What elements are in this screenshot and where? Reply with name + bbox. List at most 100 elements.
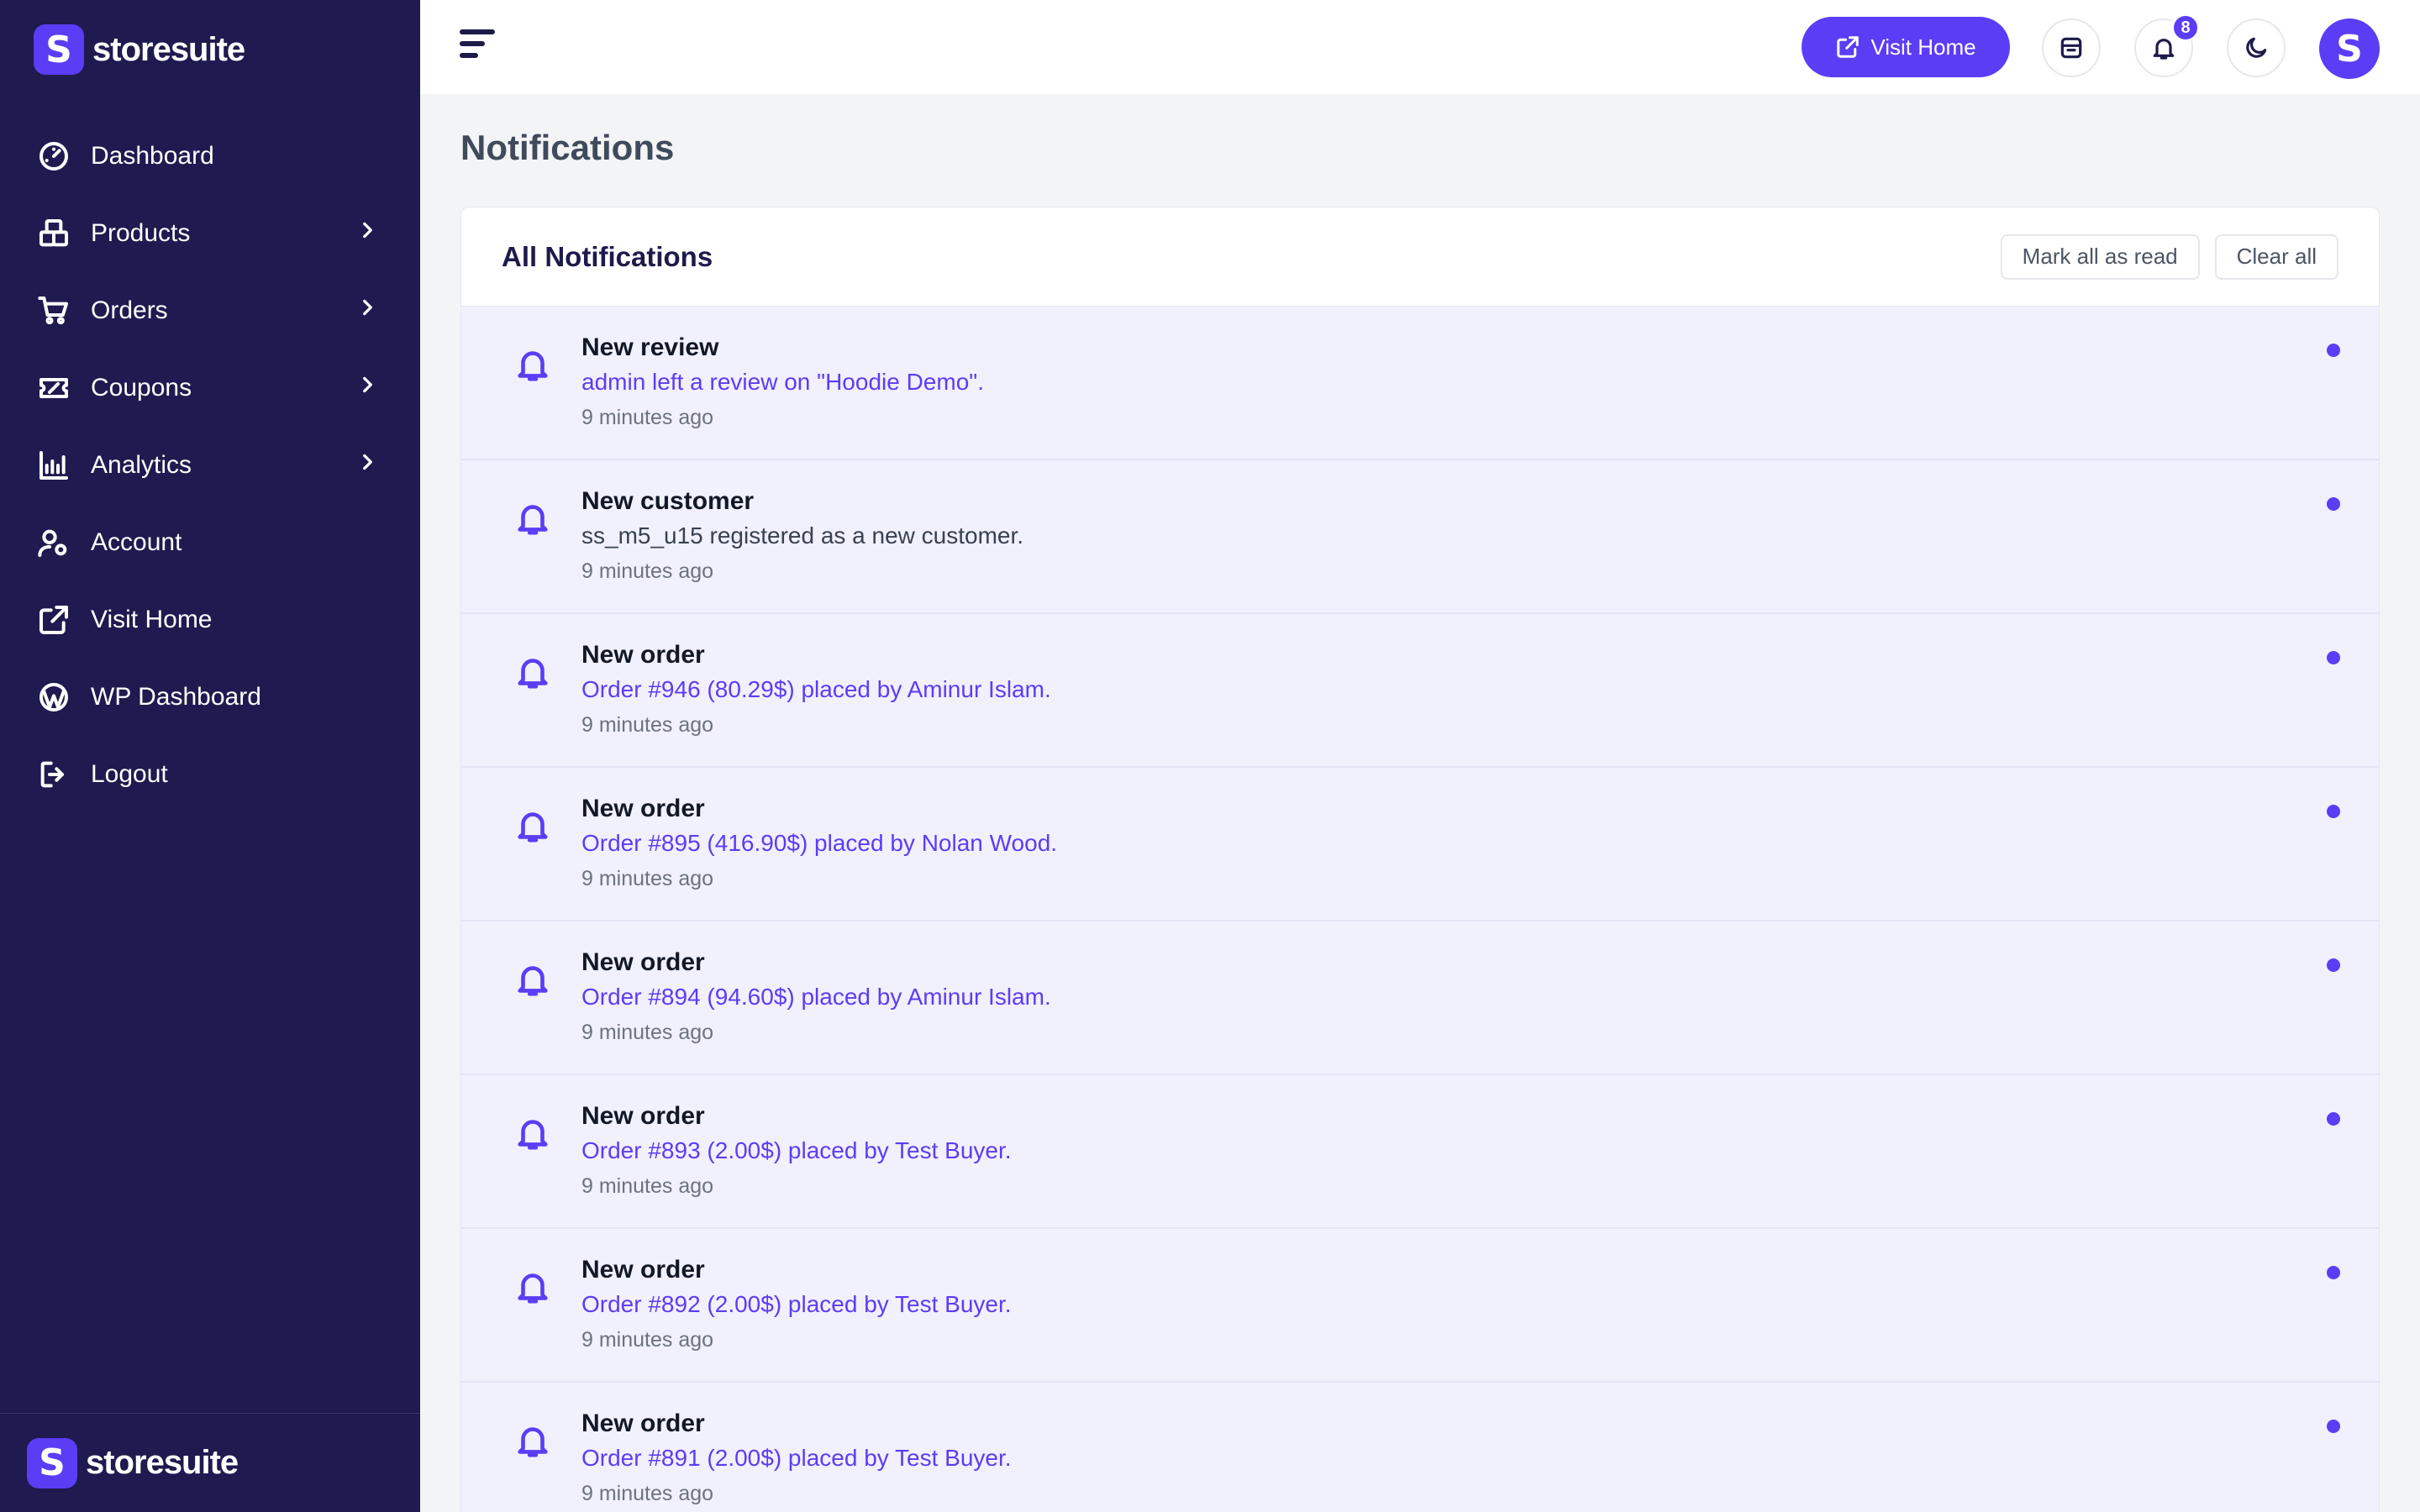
sidebar-item-label: Orders bbox=[91, 297, 168, 324]
sidebar-item-label: Analytics bbox=[91, 451, 192, 479]
menu-toggle-icon[interactable] bbox=[457, 24, 497, 64]
notification-title: New order bbox=[581, 795, 705, 822]
notification-title: New order bbox=[581, 948, 705, 976]
logo-mark: S bbox=[27, 1437, 77, 1488]
notification-time: 9 minutes ago bbox=[581, 1021, 714, 1044]
unread-dot bbox=[2327, 651, 2340, 664]
notification-title: New order bbox=[581, 1410, 705, 1437]
sidebar-item-label: Visit Home bbox=[91, 606, 213, 633]
unread-dot bbox=[2327, 344, 2340, 357]
bell-icon bbox=[513, 345, 552, 384]
notification-message[interactable]: Order #946 (80.29$) placed by Aminur Isl… bbox=[581, 676, 1051, 703]
unread-dot bbox=[2327, 1112, 2340, 1126]
notification-item[interactable]: New order Order #892 (2.00$) placed by Te… bbox=[461, 1229, 2379, 1383]
sidebar-item-dashboard[interactable]: Dashboard bbox=[0, 118, 420, 195]
external-link-icon bbox=[1837, 36, 1860, 58]
chevron-right-icon bbox=[356, 297, 378, 325]
bell-icon bbox=[513, 499, 552, 538]
notification-message[interactable]: Order #892 (2.00$) placed by Test Buyer. bbox=[581, 1291, 1012, 1318]
notification-title: New order bbox=[581, 641, 705, 669]
notification-time: 9 minutes ago bbox=[581, 1482, 714, 1505]
user-gear-icon bbox=[35, 524, 72, 561]
sidebar-item-label: WP Dashboard bbox=[91, 683, 261, 711]
visit-home-button[interactable]: Visit Home bbox=[1802, 17, 2010, 77]
notification-item[interactable]: New order Order #893 (2.00$) placed by Te… bbox=[461, 1075, 2379, 1229]
notification-item[interactable]: New order Order #891 (2.00$) placed by Te… bbox=[461, 1383, 2379, 1512]
notification-title: New order bbox=[581, 1102, 705, 1130]
sidebar-item-label: Logout bbox=[91, 760, 168, 788]
notification-item[interactable]: New order Order #894 (94.60$) placed by A… bbox=[461, 921, 2379, 1075]
chevron-right-icon bbox=[356, 219, 378, 248]
notifications-card: All Notifications Mark all as read Clear… bbox=[460, 207, 2380, 1512]
notification-time: 9 minutes ago bbox=[581, 867, 714, 890]
chevron-right-icon bbox=[356, 451, 378, 480]
bell-icon bbox=[513, 806, 552, 845]
card-header: All Notifications Mark all as read Clear… bbox=[461, 207, 2379, 307]
bell-icon bbox=[513, 960, 552, 999]
sidebar-item-coupons[interactable]: Coupons bbox=[0, 349, 420, 427]
notification-item[interactable]: New review admin left a review on "Hoodie… bbox=[461, 307, 2379, 460]
notification-message[interactable]: Order #895 (416.90$) placed by Nolan Woo… bbox=[581, 830, 1057, 857]
notification-time: 9 minutes ago bbox=[581, 406, 714, 429]
sidebar-item-account[interactable]: Account bbox=[0, 504, 420, 581]
cart-icon bbox=[35, 292, 72, 329]
notification-time: 9 minutes ago bbox=[581, 559, 714, 583]
sidebar-nav: Dashboard Products Orders Coupons Analyt… bbox=[0, 118, 420, 813]
sidebar: S storesuite Dashboard Products Orders C… bbox=[0, 0, 420, 1512]
unread-dot bbox=[2327, 1420, 2340, 1433]
notifications-button[interactable]: 8 bbox=[2134, 13, 2200, 77]
header-actions: Mark all as read Clear all bbox=[2000, 234, 2338, 280]
bell-icon bbox=[513, 653, 552, 691]
wordpress-icon bbox=[35, 679, 72, 716]
mark-all-read-button[interactable]: Mark all as read bbox=[2000, 234, 2200, 280]
moon-icon bbox=[2246, 37, 2267, 58]
bell-icon bbox=[513, 1268, 552, 1306]
notification-message[interactable]: Order #893 (2.00$) placed by Test Buyer. bbox=[581, 1137, 1012, 1164]
sidebar-item-orders[interactable]: Orders bbox=[0, 272, 420, 349]
notification-title: New customer bbox=[581, 487, 755, 515]
notification-message[interactable]: Order #894 (94.60$) placed by Aminur Isl… bbox=[581, 984, 1051, 1011]
notification-message[interactable]: Order #891 (2.00$) placed by Test Buyer. bbox=[581, 1445, 1012, 1472]
notification-list: New review admin left a review on "Hoodie… bbox=[461, 307, 2379, 1512]
notification-item[interactable]: New order Order #895 (416.90$) placed by … bbox=[461, 768, 2379, 921]
logout-icon bbox=[35, 756, 72, 793]
notification-time: 9 minutes ago bbox=[581, 1174, 714, 1198]
visit-home-label: Visit Home bbox=[1870, 34, 1976, 60]
sidebar-item-analytics[interactable]: Analytics bbox=[0, 427, 420, 504]
unread-dot bbox=[2327, 958, 2340, 972]
sidebar-item-logout[interactable]: Logout bbox=[0, 736, 420, 813]
sidebar-item-products[interactable]: Products bbox=[0, 195, 420, 272]
chart-icon bbox=[35, 447, 72, 484]
unread-dot bbox=[2327, 1266, 2340, 1279]
avatar[interactable]: S bbox=[2319, 18, 2380, 79]
notification-time: 9 minutes ago bbox=[581, 1328, 714, 1352]
store-icon bbox=[2060, 37, 2082, 59]
bell-icon bbox=[513, 1114, 552, 1152]
ticket-icon bbox=[35, 370, 72, 407]
card-title: All Notifications bbox=[502, 240, 713, 272]
brand-name: storesuite bbox=[92, 30, 245, 68]
notification-message: ss_m5_u15 registered as a new customer. bbox=[581, 522, 1024, 549]
unread-dot bbox=[2327, 497, 2340, 511]
clear-all-button[interactable]: Clear all bbox=[2214, 234, 2338, 280]
external-link-icon bbox=[35, 601, 72, 638]
boxes-icon bbox=[35, 215, 72, 252]
sidebar-item-label: Products bbox=[91, 219, 191, 247]
sidebar-item-label: Account bbox=[91, 528, 182, 556]
notification-title: New review bbox=[581, 333, 719, 361]
theme-toggle-button[interactable] bbox=[2227, 18, 2286, 77]
brand-logo[interactable]: S storesuite bbox=[34, 24, 245, 76]
sidebar-item-label: Dashboard bbox=[91, 142, 214, 170]
sidebar-item-wp-dashboard[interactable]: WP Dashboard bbox=[0, 659, 420, 736]
topbar: Visit Home 8 S bbox=[420, 0, 2420, 94]
bell-icon bbox=[2153, 39, 2175, 60]
page-title: Notifications bbox=[460, 128, 675, 167]
sidebar-item-visit-home[interactable]: Visit Home bbox=[0, 581, 420, 659]
store-button[interactable] bbox=[2042, 18, 2101, 77]
notification-message[interactable]: admin left a review on "Hoodie Demo". bbox=[581, 369, 984, 396]
sidebar-item-label: Coupons bbox=[91, 374, 192, 402]
chevron-right-icon bbox=[356, 374, 378, 402]
notification-item[interactable]: New order Order #946 (80.29$) placed by A… bbox=[461, 614, 2379, 768]
notification-item[interactable]: New customer ss_m5_u15 registered as a ne… bbox=[461, 460, 2379, 614]
notification-time: 9 minutes ago bbox=[581, 713, 714, 737]
